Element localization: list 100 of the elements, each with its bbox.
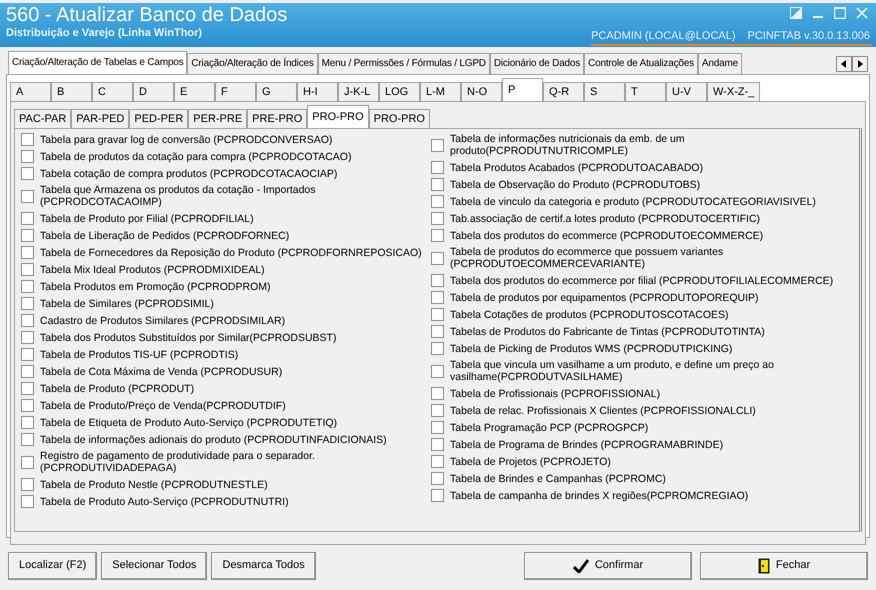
tab[interactable]: PRO-PRO — [307, 105, 369, 128]
checkbox[interactable] — [431, 472, 444, 485]
tab[interactable]: Controle de Atualizações — [584, 53, 698, 74]
checkbox-label: Tabela de produtos do ecommerce que possuem variantes (PCPRODUTOECOMMERCEVARIANTE) — [450, 246, 724, 270]
checkbox[interactable] — [431, 489, 444, 502]
checkbox[interactable] — [431, 274, 444, 287]
tab[interactable]: B — [51, 82, 92, 101]
button[interactable]: Desmarca Todos — [211, 552, 316, 580]
tab[interactable]: LOG — [379, 82, 420, 101]
checkbox[interactable] — [431, 195, 444, 208]
tab[interactable]: W-X-Z-_ — [707, 82, 760, 101]
tab[interactable]: PRE-PRO — [247, 109, 308, 128]
checkbox[interactable] — [21, 456, 34, 468]
checkbox[interactable] — [21, 348, 34, 361]
checkbox[interactable] — [431, 178, 444, 191]
checkbox[interactable] — [21, 478, 34, 491]
tab[interactable]: Menu / Permissões / Fórmulas / LGPD — [318, 53, 490, 74]
checkbox[interactable] — [431, 252, 444, 264]
tab[interactable]: Criação/Alteração de Índices — [187, 53, 318, 74]
checkbox[interactable] — [431, 364, 444, 378]
tab[interactable]: PER-PRE — [188, 109, 248, 128]
checkbox[interactable] — [431, 325, 444, 338]
checkbox[interactable] — [21, 150, 34, 163]
checkbox[interactable] — [21, 416, 34, 429]
checkbox-label: Registro de pagamento de produtividade para o separador.(PCPRODUTIVIDADEPAGA) — [40, 450, 316, 474]
checkbox[interactable] — [21, 495, 34, 508]
checkbox[interactable] — [21, 229, 34, 242]
tab[interactable]: Q-R — [543, 82, 584, 101]
checkbox[interactable] — [431, 161, 444, 174]
checkbox[interactable] — [21, 331, 34, 344]
checkbox-label: Tabela de Produto por Filial (PCPRODFILIAL) — [40, 212, 254, 224]
tab[interactable]: C — [92, 82, 133, 101]
checkbox[interactable] — [21, 297, 34, 310]
checkbox[interactable] — [21, 167, 34, 180]
tab[interactable]: G — [256, 82, 297, 101]
restore-icon[interactable] — [790, 7, 802, 19]
button[interactable]: Fechar — [700, 552, 868, 580]
checkbox-label: Tabela de Produto/Preço de Venda(PCPRODUTDIF) — [40, 400, 286, 412]
checkbox[interactable] — [431, 387, 444, 400]
maximize-icon[interactable] — [834, 7, 846, 19]
checkbox-label: Tabela dos produtos do ecommerce por filial (PCPRODUTOFILIALECOMMERCE) — [450, 274, 834, 286]
checkbox[interactable] — [431, 404, 444, 417]
tab[interactable]: PAR-PED — [71, 109, 130, 128]
tab[interactable]: Criação/Alteração de Tabelas e Campos — [8, 51, 188, 74]
checkbox[interactable] — [21, 365, 34, 378]
checkbox[interactable] — [21, 263, 34, 276]
scroll-right-icon[interactable] — [856, 60, 864, 68]
checkbox-label: Tabela de campanha de brindes X regiões(PCPROMCREGIAO) — [450, 490, 748, 502]
tab[interactable]: H-I — [297, 82, 338, 101]
tab[interactable]: T — [625, 82, 666, 101]
checkbox[interactable] — [431, 229, 444, 242]
tab[interactable]: Dicionário de Dados — [490, 53, 584, 74]
checkbox[interactable] — [431, 421, 444, 434]
checkbox[interactable] — [431, 342, 444, 355]
checkbox[interactable] — [21, 399, 34, 412]
checkbox-label: Tabela de Produto (PCPRODUT) — [40, 382, 194, 394]
button[interactable]: Localizar (F2) — [8, 552, 98, 580]
checkbox[interactable] — [21, 280, 34, 293]
checkbox[interactable] — [21, 246, 34, 259]
tab[interactable]: PRO-PRO — [368, 109, 430, 128]
close-icon[interactable] — [856, 7, 868, 19]
checkbox[interactable] — [21, 433, 34, 446]
tab[interactable]: PAC-PAR — [14, 109, 72, 128]
checkbox[interactable] — [21, 190, 34, 202]
checkbox[interactable] — [21, 133, 34, 146]
button[interactable]: Confirmar — [524, 552, 692, 580]
checkbox-label: Tabela de Produto Auto-Serviço (PCPRODUTNUTRI) — [40, 496, 289, 508]
checkbox[interactable] — [21, 212, 34, 225]
checkbox[interactable] — [431, 438, 444, 451]
checkbox[interactable] — [431, 455, 444, 468]
checkbox[interactable] — [21, 382, 34, 395]
checkbox[interactable] — [431, 212, 444, 225]
tab[interactable]: E — [174, 82, 215, 101]
checkbox-label: Tabela de Cota Máxima de Venda (PCPRODUSUR) — [40, 366, 282, 378]
scroll-left-icon[interactable] — [840, 60, 848, 68]
checkbox-label: Tabela para gravar log de conversão (PCPRODCONVERSAO) — [40, 134, 332, 146]
tab[interactable]: PED-PER — [129, 109, 188, 128]
checkmark-icon — [572, 559, 589, 573]
tab[interactable]: P — [502, 78, 543, 101]
tab[interactable]: Andame — [698, 53, 742, 74]
button[interactable]: Selecionar Todos — [101, 552, 208, 580]
checkbox[interactable] — [431, 138, 444, 152]
checkbox[interactable] — [431, 291, 444, 304]
tab[interactable]: L-M — [420, 82, 461, 101]
checkbox-label: Tabela de Similares (PCPRODSIMIL) — [40, 298, 214, 310]
checkbox[interactable] — [431, 308, 444, 321]
tab[interactable]: J-K-L — [338, 82, 379, 101]
tab[interactable]: N-O — [461, 82, 502, 101]
tab[interactable]: A — [10, 82, 51, 101]
tab[interactable]: U-V — [666, 82, 707, 101]
checkbox-label: Tabela Produtos em Promoção (PCPRODPROM) — [40, 280, 270, 292]
tab[interactable]: S — [584, 82, 625, 101]
tab[interactable]: F — [215, 82, 256, 101]
tab[interactable]: D — [133, 82, 174, 101]
user-info: PCADMIN (LOCAL@LOCAL) — [591, 30, 736, 44]
checkbox-label: Tab.associação de certif.a lotes produto (PCPRODUTOCERTIFIC) — [450, 212, 760, 224]
checkbox[interactable] — [21, 314, 34, 327]
checkbox-label: Tabela de Projetos (PCPROJETO) — [450, 456, 611, 468]
checkbox-label: Tabela de Produto Nestle (PCPRODUTNESTLE) — [40, 478, 268, 490]
checkbox-label: Tabela de vinculo da categoria e produto (PCPRODUTOCATEGORIAVISIVEL) — [450, 196, 816, 208]
